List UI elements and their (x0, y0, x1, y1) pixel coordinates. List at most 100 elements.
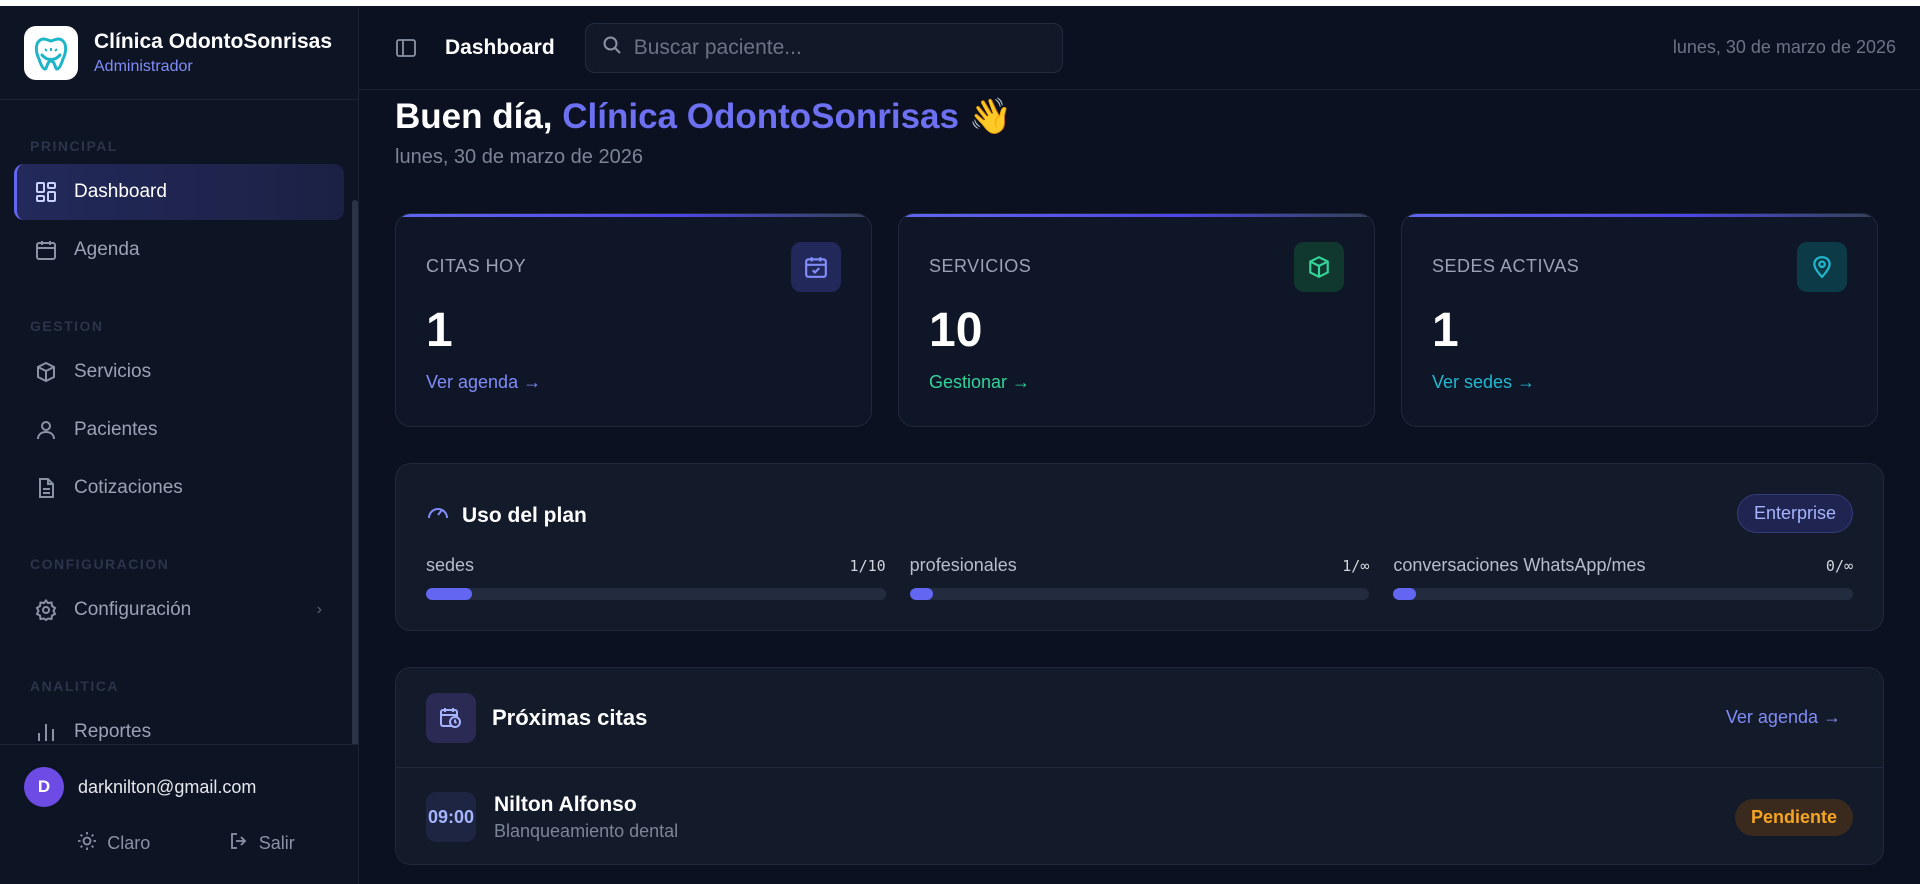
logout-label: Salir (258, 833, 295, 853)
box-icon (34, 360, 58, 384)
section-label-gestion: GESTION (30, 318, 104, 334)
sidebar-nav: PRINCIPAL Dashboard Agenda GESTION Servi… (0, 100, 358, 744)
sidebar-item-label: Reportes (74, 721, 152, 742)
sidebar-toggle-icon[interactable] (395, 37, 417, 59)
user-profile[interactable]: D darknilton@gmail.com (24, 767, 334, 807)
meter-sedes: sedes 1/10 (426, 555, 886, 600)
logout-button[interactable]: Salir (229, 831, 295, 856)
meter-track (1393, 588, 1854, 600)
stat-card-citas: CITAS HOY 1 Ver agenda → (395, 213, 872, 427)
sidebar-scrollbar[interactable] (352, 200, 358, 744)
topbar-date: lunes, 30 de marzo de 2026 (1672, 37, 1896, 57)
main-area: Dashboard lunes, 30 de marzo de 2026 Bue… (359, 6, 1920, 884)
sun-icon (77, 831, 107, 856)
stat-label: SERVICIOS (929, 256, 1032, 276)
meter-whatsapp: conversaciones WhatsApp/mes 0/∞ (1393, 555, 1854, 600)
sidebar-item-agenda[interactable]: Agenda (14, 222, 344, 278)
view-agenda-link[interactable]: Ver agenda → (426, 372, 841, 393)
box-icon (1294, 242, 1344, 292)
bar-chart-icon (34, 720, 58, 744)
gauge-icon (426, 501, 450, 530)
dashboard-content: Buen día, Clínica OdontoSonrisas 👋 lunes… (359, 96, 1920, 865)
sidebar-item-dashboard[interactable]: Dashboard (14, 164, 344, 220)
calendar-clock-icon (426, 692, 476, 743)
search-icon (602, 35, 622, 60)
section-label-configuracion: CONFIGURACION (30, 556, 170, 572)
stat-label: SEDES ACTIVAS (1432, 256, 1580, 276)
user-email: darknilton@gmail.com (78, 776, 257, 797)
user-icon (34, 418, 58, 442)
appointment-row[interactable]: 09:00 Nilton Alfonso Blanqueamiento dent… (396, 768, 1883, 864)
search-input[interactable] (633, 35, 1034, 60)
user-role: Administrador (94, 57, 193, 75)
avatar: D (24, 767, 64, 807)
greeting-clinic-name: Clínica OdontoSonrisas (562, 97, 959, 136)
meter-profesionales: profesionales 1/∞ (909, 555, 1370, 600)
meter-fill (909, 588, 933, 600)
view-agenda-link[interactable]: Ver agenda → (1726, 707, 1841, 728)
meter-name: profesionales (909, 555, 1017, 575)
dashboard-grid-icon (34, 180, 58, 204)
tooth-logo-icon (24, 25, 78, 80)
meter-count: 0/∞ (1825, 557, 1854, 575)
section-label-analitica: ANALITICA (30, 678, 119, 694)
sidebar-item-label: Servicios (74, 361, 152, 382)
sidebar: Clínica OdontoSonrisas Administrador PRI… (0, 6, 359, 884)
greeting-date: lunes, 30 de marzo de 2026 (395, 146, 643, 168)
meter-count: 1/∞ (1342, 557, 1370, 575)
page-title: Dashboard (445, 35, 555, 59)
status-badge: Pendiente (1734, 798, 1853, 836)
plan-title: Uso del plan (462, 503, 587, 527)
patient-name: Nilton Alfonso (494, 792, 637, 816)
chevron-right-icon: › (316, 601, 322, 618)
sidebar-item-configuracion[interactable]: Configuración › (14, 582, 344, 638)
view-sedes-link[interactable]: Ver sedes → (1432, 372, 1847, 393)
meter-count: 1/10 (849, 557, 886, 575)
meter-track (909, 588, 1370, 600)
upcoming-appointments-card: Próximas citas Ver agenda → 09:00 Nilton… (395, 667, 1884, 865)
patient-service: Blanqueamiento dental (494, 820, 679, 841)
sidebar-item-label: Dashboard (74, 181, 167, 202)
stat-value: 1 (426, 304, 453, 357)
sidebar-item-label: Agenda (74, 239, 140, 260)
theme-label: Claro (107, 833, 151, 853)
logout-icon (229, 831, 259, 856)
meter-name: sedes (426, 555, 475, 575)
sidebar-item-servicios[interactable]: Servicios (14, 344, 344, 400)
plan-meters: sedes 1/10 profesionales 1/∞ conversacio… (426, 555, 1854, 600)
footer-actions: Claro Salir (24, 831, 334, 856)
theme-toggle-button[interactable]: Claro (77, 831, 150, 856)
meter-fill (1393, 588, 1417, 600)
sidebar-item-reportes[interactable]: Reportes (14, 704, 344, 744)
sidebar-item-label: Configuración (74, 599, 192, 620)
greeting-heading: Buen día, Clínica OdontoSonrisas 👋 (395, 96, 1884, 138)
stat-value: 10 (929, 304, 983, 357)
meter-fill (426, 588, 472, 600)
calendar-check-icon (791, 242, 841, 292)
greeting-prefix: Buen día, (395, 97, 563, 136)
calendar-icon (34, 238, 58, 262)
section-label-principal: PRINCIPAL (30, 138, 118, 154)
stat-label: CITAS HOY (426, 256, 527, 276)
stat-card-sedes: SEDES ACTIVAS 1 Ver sedes → (1401, 213, 1878, 427)
plan-badge: Enterprise (1736, 494, 1853, 533)
meter-name: conversaciones WhatsApp/mes (1393, 555, 1646, 575)
gear-icon (34, 598, 58, 622)
sidebar-item-pacientes[interactable]: Pacientes (14, 402, 344, 458)
appointments-header: Próximas citas Ver agenda → (396, 668, 1883, 768)
topbar: Dashboard lunes, 30 de marzo de 2026 (359, 6, 1920, 90)
stat-value: 1 (1432, 304, 1459, 357)
document-icon (34, 476, 58, 500)
brand-header: Clínica OdontoSonrisas Administrador (0, 6, 358, 100)
plan-usage-card: Uso del plan Enterprise sedes 1/10 profe… (395, 463, 1884, 631)
clinic-name: Clínica OdontoSonrisas (94, 29, 333, 53)
stat-card-servicios: SERVICIOS 10 Gestionar → (898, 213, 1375, 427)
sidebar-item-label: Pacientes (74, 419, 158, 440)
manage-services-link[interactable]: Gestionar → (929, 372, 1344, 393)
wave-emoji-icon: 👋 (968, 97, 1013, 136)
meter-track (426, 588, 886, 600)
search-box[interactable] (584, 22, 1063, 73)
appointment-time: 09:00 (426, 792, 476, 842)
map-pin-icon (1797, 242, 1847, 292)
sidebar-item-cotizaciones[interactable]: Cotizaciones (14, 460, 344, 516)
